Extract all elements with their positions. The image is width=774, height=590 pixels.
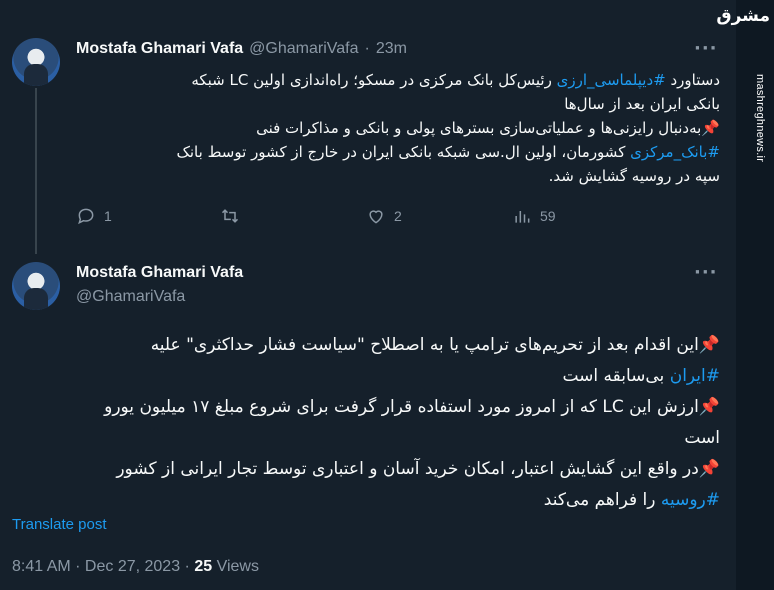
avatar[interactable] [12, 38, 60, 86]
hashtag-link[interactable]: #ایران [670, 366, 720, 386]
author-handle[interactable]: @GhamariVafa [76, 288, 185, 306]
like-count: 2 [394, 208, 402, 224]
tweet-line: #بانک_مرکزی کشورمان، اولین ال.سی شبکه با… [176, 143, 720, 161]
tweet-header: Mostafa Ghamari Vafa @GhamariVafa · 23m [76, 40, 407, 58]
translate-post-link[interactable]: Translate post [12, 516, 107, 533]
reply-button[interactable]: 1 [76, 206, 112, 226]
views-label: Views [212, 558, 259, 575]
heart-icon [369, 210, 383, 224]
tweet-line: سپه در روسیه گشایش شد. [548, 167, 720, 185]
tweet-line: 📌به‌دنبال رایزنی‌ها و عملیاتی‌سازی بستره… [256, 119, 720, 137]
repost-button[interactable] [220, 206, 248, 226]
views-button[interactable]: 59 [512, 206, 556, 226]
views-number: 25 [194, 558, 213, 575]
author-name[interactable]: Mostafa Ghamari Vafa [76, 264, 243, 282]
tweet-body: 📌این اقدام بعد از تحریم‌های ترامپ یا به … [104, 330, 720, 516]
tweet-body: دستاورد #دیپلماسی_ارزی رئیس‌کل بانک مرکز… [176, 68, 720, 188]
tweet-line: 📌در واقع این گشایش اعتبار، امکان خرید آس… [116, 459, 720, 479]
reply-icon [78, 208, 94, 225]
like-button[interactable]: 2 [366, 206, 402, 226]
hashtag-link[interactable]: #بانک_مرکزی [630, 143, 720, 161]
views-count: 59 [540, 208, 556, 224]
thread-connector-line [35, 88, 37, 254]
author-handle[interactable]: @GhamariVafa [249, 40, 358, 58]
separator-dot: · [364, 40, 370, 57]
tweet-actions: 1 2 59 [76, 206, 566, 234]
tweet-line: بانکی ایران بعد از سال‌ها [564, 95, 720, 113]
tweet-line: 📌این اقدام بعد از تحریم‌های ترامپ یا به … [150, 335, 720, 355]
more-options-icon[interactable]: ··· [694, 262, 718, 283]
tweet-line: دستاورد #دیپلماسی_ارزی رئیس‌کل بانک مرکز… [191, 71, 720, 89]
watermark-logo: مشرق [716, 6, 770, 26]
post-timestamp[interactable]: 8:41 AM · Dec 27, 2023 · [12, 558, 194, 575]
hashtag-link[interactable]: #روسیه [661, 490, 720, 510]
hashtag-link[interactable]: #دیپلماسی_ارزی [557, 71, 666, 89]
tweet-line: است [684, 428, 720, 448]
tweet-line: 📌ارزش این LC که از امروز مورد استفاده قر… [104, 397, 720, 417]
more-options-icon[interactable]: ··· [694, 38, 718, 59]
avatar[interactable] [12, 262, 60, 310]
analytics-icon [515, 211, 530, 223]
tweet-line: #روسیه را فراهم می‌کند [543, 490, 720, 510]
author-name[interactable]: Mostafa Ghamari Vafa [76, 40, 243, 58]
repost-icon [221, 209, 239, 223]
reply-count: 1 [104, 208, 112, 224]
tweet-line: #ایران بی‌سابقه است [562, 366, 720, 386]
tweet-handle-row: @GhamariVafa [76, 288, 185, 306]
tweet-header: Mostafa Ghamari Vafa [76, 264, 243, 282]
watermark-site: mashreghnews.ir [754, 74, 766, 163]
post-time[interactable]: 23m [376, 40, 407, 58]
post-metadata: 8:41 AM · Dec 27, 2023 · 25 Views [12, 558, 259, 576]
